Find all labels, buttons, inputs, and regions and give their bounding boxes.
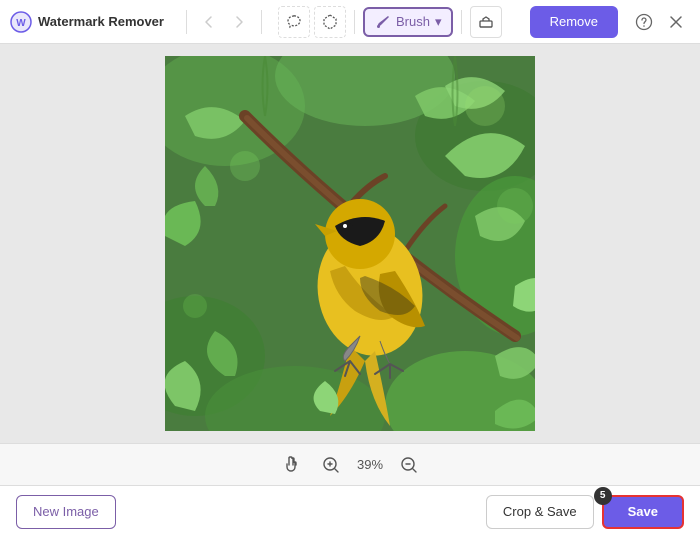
brush-dropdown-icon: ▾ [435, 14, 442, 30]
zoom-in-button[interactable] [317, 451, 345, 479]
toolbar: W Watermark Remover [0, 0, 700, 44]
pan-tool-button[interactable] [277, 451, 305, 479]
brush-tool-button[interactable]: Brush ▾ [363, 7, 454, 37]
footer: New Image Crop & Save 5 Save [0, 485, 700, 537]
app-logo: W Watermark Remover [10, 11, 164, 33]
back-button[interactable] [195, 8, 223, 36]
status-bar: 39% [0, 443, 700, 485]
selection-tools [278, 6, 346, 38]
brush-label: Brush [396, 14, 430, 29]
bird-image [165, 56, 535, 431]
watermark-logo-icon: W [10, 11, 32, 33]
help-button[interactable] [630, 8, 658, 36]
eraser-tool-button[interactable] [470, 6, 502, 38]
nav-controls [195, 8, 253, 36]
zoom-level: 39% [357, 457, 383, 472]
new-image-button[interactable]: New Image [16, 495, 116, 529]
window-controls [630, 8, 690, 36]
svg-text:W: W [16, 18, 26, 29]
save-button[interactable]: Save [602, 495, 684, 529]
zoom-out-button[interactable] [395, 451, 423, 479]
close-button[interactable] [662, 8, 690, 36]
toolbar-divider-3 [354, 10, 355, 34]
toolbar-divider-1 [186, 10, 187, 34]
crop-save-button[interactable]: Crop & Save [486, 495, 594, 529]
lasso-tool-button[interactable] [278, 6, 310, 38]
app-title: Watermark Remover [38, 14, 164, 29]
toolbar-divider-4 [461, 10, 462, 34]
image-canvas [165, 56, 535, 431]
main-canvas-area [0, 44, 700, 443]
notification-badge: 5 [594, 487, 612, 505]
footer-right: Crop & Save 5 Save [486, 495, 684, 529]
remove-button[interactable]: Remove [530, 6, 618, 38]
polygon-tool-button[interactable] [314, 6, 346, 38]
save-wrapper: 5 Save [602, 495, 684, 529]
forward-button[interactable] [225, 8, 253, 36]
toolbar-divider-2 [261, 10, 262, 34]
